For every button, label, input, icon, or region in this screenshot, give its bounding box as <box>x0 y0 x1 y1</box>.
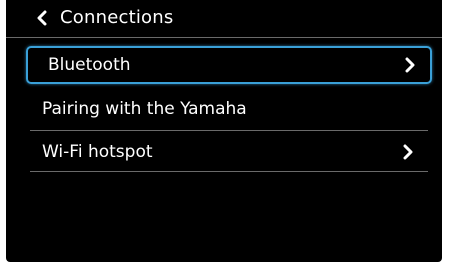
menu-item-label: Pairing with the Yamaha <box>42 99 247 119</box>
menu-item-wifi-hotspot[interactable]: Wi-Fi hotspot <box>28 135 428 172</box>
chevron-right-icon <box>405 57 415 73</box>
menu-divider <box>30 171 428 172</box>
header-divider <box>6 37 442 38</box>
menu-item-bluetooth[interactable]: Bluetooth <box>26 46 432 84</box>
menu-item-pairing-yamaha[interactable]: Pairing with the Yamaha <box>28 92 428 131</box>
connections-screen: Connections Bluetooth Pairing with the Y… <box>6 0 442 262</box>
page-title: Connections <box>60 7 174 28</box>
menu-item-label: Bluetooth <box>48 55 131 75</box>
chevron-left-icon <box>37 10 47 26</box>
menu-divider <box>30 130 428 131</box>
menu-item-label: Wi-Fi hotspot <box>42 142 153 162</box>
back-button[interactable] <box>32 8 52 28</box>
chevron-right-icon <box>403 144 413 160</box>
header: Connections <box>6 0 442 36</box>
